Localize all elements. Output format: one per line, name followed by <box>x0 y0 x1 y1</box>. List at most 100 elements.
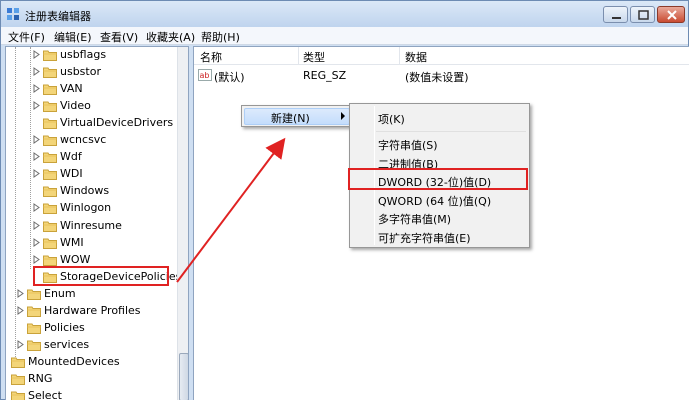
tree-item[interactable]: services <box>6 337 176 354</box>
tree-item[interactable]: Video <box>6 98 176 115</box>
menu-edit[interactable]: 编辑(E) <box>51 28 95 46</box>
menu-favorites[interactable]: 收藏夹(A) <box>143 28 198 46</box>
maximize-button[interactable] <box>630 6 655 23</box>
expand-arrow-icon[interactable] <box>32 203 41 213</box>
tree-item-label: VAN <box>60 82 83 96</box>
table-row[interactable]: ab (默认) REG_SZ (数值未设置) <box>194 67 689 84</box>
expand-arrow-icon[interactable] <box>32 254 41 264</box>
expand-arrow-icon[interactable] <box>32 152 41 162</box>
menu-item-expandable-string-value[interactable]: 可扩充字符串值(E) <box>378 230 471 246</box>
tree-item[interactable]: Windows <box>6 183 176 200</box>
menu-item-multi-string-value[interactable]: 多字符串值(M) <box>378 211 451 227</box>
tree-item-label: WOW <box>60 252 91 266</box>
tree-item[interactable]: Wdf <box>6 149 176 166</box>
scrollbar-thumb[interactable] <box>179 353 188 400</box>
tree-item-label: wcncsvc <box>60 133 107 147</box>
expand-arrow-icon[interactable] <box>16 339 25 349</box>
key-tree-pane[interactable]: usbflags usbstor VAN Video VirtualDeviceDriv… <box>5 46 189 400</box>
tree-item[interactable]: Enum <box>6 286 176 303</box>
tree-item[interactable]: VirtualDeviceDrivers <box>6 115 176 132</box>
tree-item-label: WMI <box>60 235 84 249</box>
menu-item-new[interactable]: 新建(N) <box>271 110 310 126</box>
column-divider[interactable] <box>298 47 299 65</box>
tree-item-label: Select <box>28 389 62 400</box>
folder-icon <box>27 306 41 317</box>
expand-arrow-icon[interactable] <box>32 67 41 77</box>
folder-icon <box>43 135 57 147</box>
tree-scrollbar[interactable] <box>177 47 188 400</box>
tree-item-label: usbflags <box>60 48 107 61</box>
tree-item[interactable]: Select <box>6 388 176 400</box>
value-type: REG_SZ <box>303 69 347 82</box>
folder-icon <box>43 221 57 232</box>
column-data[interactable]: 数据 <box>405 49 427 65</box>
folder-icon <box>43 203 57 215</box>
folder-icon <box>27 289 41 300</box>
tree-item-label: WDI <box>60 167 83 181</box>
expand-arrow-icon[interactable] <box>32 169 41 179</box>
svg-text:ab: ab <box>200 71 210 80</box>
context-menu: 新建(N) <box>241 105 353 127</box>
folder-icon <box>43 67 57 79</box>
menu-item-key[interactable]: 项(K) <box>378 111 405 127</box>
tree-item-label: Wdf <box>60 150 82 164</box>
tree-item[interactable]: WDI <box>6 166 176 183</box>
tree-item[interactable]: Winresume <box>6 218 176 235</box>
maximize-icon <box>638 10 649 20</box>
folder-icon <box>43 50 57 61</box>
tree-item-label: Winlogon <box>60 201 112 215</box>
menu-bar: 文件(F) 编辑(E) 查看(V) 收藏夹(A) 帮助(H) <box>1 27 688 45</box>
column-type[interactable]: 类型 <box>303 49 325 65</box>
tree-item[interactable]: Hardware Profiles <box>6 303 176 320</box>
minimize-icon <box>612 17 621 19</box>
tree-item[interactable]: MountedDevices <box>6 354 176 371</box>
expand-arrow-icon[interactable] <box>32 101 41 111</box>
title-bar[interactable]: 注册表编辑器 <box>1 1 688 27</box>
submenu-arrow-icon <box>341 112 345 120</box>
expand-arrow-icon[interactable] <box>32 84 41 94</box>
tree-item[interactable]: RNG <box>6 371 176 388</box>
tree-item[interactable]: usbflags <box>6 47 176 64</box>
tree-item-label: Policies <box>44 320 85 334</box>
value-data: (数值未设置) <box>405 71 469 84</box>
expand-arrow-icon[interactable] <box>32 220 41 230</box>
minimize-button[interactable] <box>603 6 628 23</box>
menu-item-qword-value[interactable]: QWORD (64 位)值(Q) <box>378 193 491 209</box>
tree-item[interactable]: wcncsvc <box>6 132 176 149</box>
column-divider[interactable] <box>399 47 400 65</box>
menu-file[interactable]: 文件(F) <box>5 28 48 46</box>
tree-item[interactable]: VAN <box>6 81 176 98</box>
folder-icon <box>27 340 41 351</box>
selected-key-highlight-box <box>33 266 169 286</box>
close-icon <box>667 10 677 20</box>
string-value-icon: ab <box>198 69 212 81</box>
tree-item[interactable]: usbstor <box>6 64 176 81</box>
tree-item[interactable]: WMI <box>6 235 176 252</box>
expand-arrow-icon[interactable] <box>32 50 41 59</box>
folder-icon <box>43 118 57 130</box>
tree-item-label: usbstor <box>60 65 101 79</box>
folder-icon <box>43 84 57 96</box>
folder-icon <box>43 152 57 164</box>
menu-item-string-value[interactable]: 字符串值(S) <box>378 137 438 153</box>
tree-item-label: Enum <box>44 286 76 300</box>
tree-item-label: VirtualDeviceDrivers <box>60 116 174 130</box>
column-name[interactable]: 名称 <box>200 49 222 65</box>
expand-arrow-icon[interactable] <box>16 305 25 315</box>
registry-editor-window: 注册表编辑器 文件(F) 编辑(E) 查看(V) 收藏夹(A) 帮助(H) us… <box>0 0 689 400</box>
registry-editor-icon <box>7 8 19 20</box>
tree-item-label: RNG <box>28 371 53 385</box>
expand-arrow-icon[interactable] <box>16 288 25 298</box>
tree-item[interactable]: Policies <box>6 320 176 337</box>
close-button[interactable] <box>657 6 685 23</box>
expand-arrow-icon[interactable] <box>32 135 41 145</box>
expand-arrow-icon[interactable] <box>32 237 41 247</box>
folder-icon <box>43 186 57 198</box>
tree-item[interactable]: Winlogon <box>6 200 176 217</box>
folder-icon <box>43 169 57 181</box>
menu-view[interactable]: 查看(V) <box>97 28 141 46</box>
folder-icon <box>11 374 25 385</box>
menu-help[interactable]: 帮助(H) <box>198 28 243 46</box>
value-name: (默认) <box>214 71 245 84</box>
dword-item-highlight-box <box>348 168 528 190</box>
